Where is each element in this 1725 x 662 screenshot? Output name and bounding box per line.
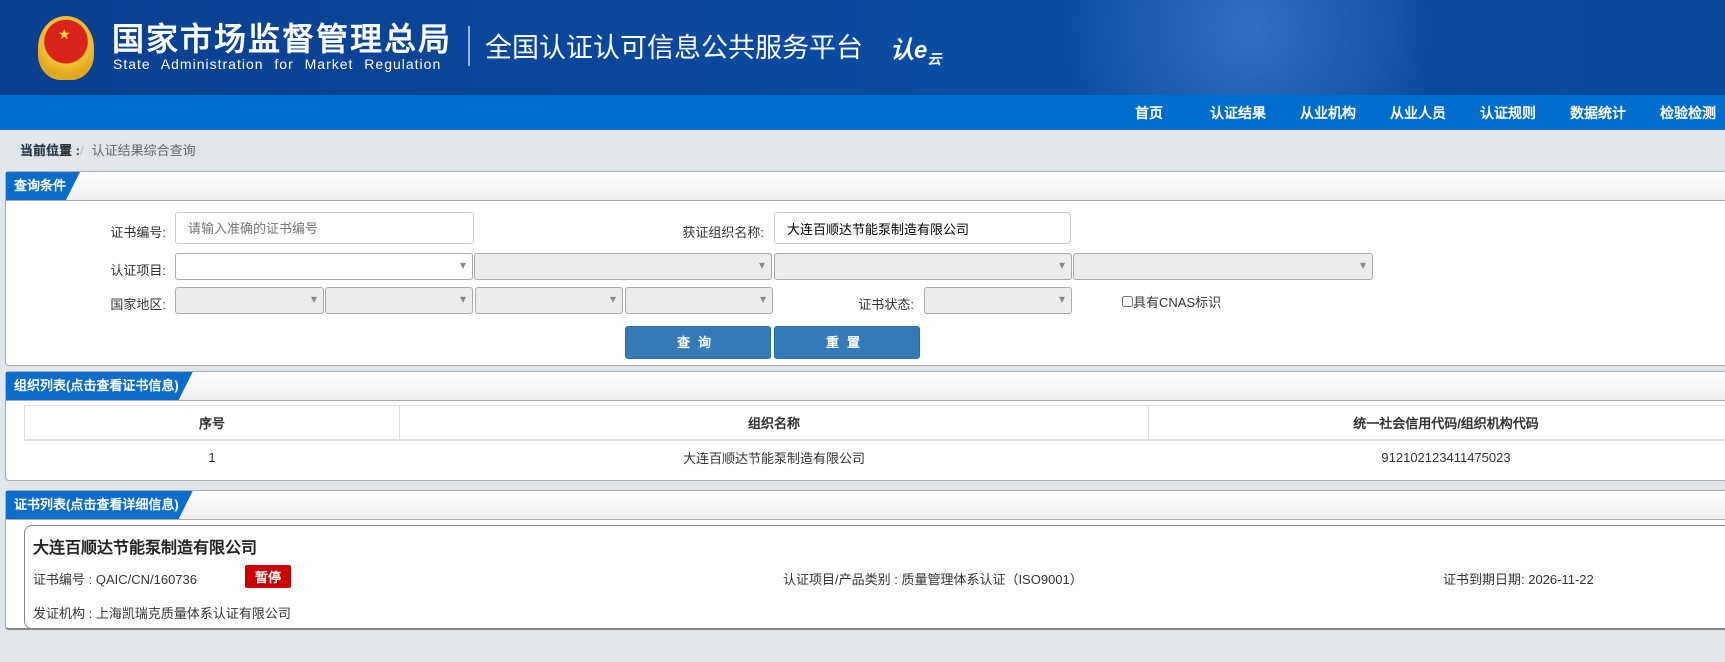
org-list-panel: 组织列表(点击查看证书信息) 序号 组织名称 统一社会信用代码/组织机构代码 1… <box>5 371 1725 481</box>
cert-card[interactable]: 大连百顺达节能泵制造有限公司 证书编号 : QAIC/CN/160736 暂停 … <box>24 525 1725 629</box>
project-select-2[interactable] <box>474 253 772 280</box>
col-org-name: 组织名称 <box>399 405 1149 441</box>
nav-institutions[interactable]: 从业机构 <box>1300 103 1356 123</box>
panel-header: 证书列表(点击查看详细信息) <box>6 491 1725 520</box>
cert-issuer: 发证机构 : 上海凯瑞克质量体系认证有限公司 <box>33 606 291 621</box>
project-label: 认证项目: <box>110 263 166 278</box>
search-button[interactable]: 查询 <box>625 326 771 359</box>
region-select-2[interactable] <box>325 287 473 314</box>
cell-org-name[interactable]: 大连百顺达节能泵制造有限公司 <box>400 440 1149 474</box>
panel-title: 查询条件 <box>6 172 80 200</box>
status-badge: 暂停 <box>245 565 292 588</box>
panel-header: 组织列表(点击查看证书信息) <box>6 372 1725 401</box>
platform-title: 全国认证认可信息公共服务平台 <box>485 33 863 63</box>
nav-inspection[interactable]: 检验检测 <box>1660 103 1716 123</box>
org-table: 序号 组织名称 统一社会信用代码/组织机构代码 1 大连百顺达节能泵制造有限公司… <box>24 405 1725 474</box>
project-select-4[interactable] <box>1073 253 1373 280</box>
col-index: 序号 <box>24 405 400 441</box>
platform-logo: 认e云 <box>890 37 942 67</box>
cnas-checkbox[interactable] <box>1122 296 1133 307</box>
breadcrumb-separator: / <box>80 143 84 158</box>
breadcrumb-label: 当前位置 : <box>20 143 80 158</box>
reset-button[interactable]: 重置 <box>774 326 920 359</box>
region-select-1[interactable] <box>175 287 324 314</box>
nav-statistics[interactable]: 数据统计 <box>1570 103 1626 123</box>
breadcrumb: 当前位置 : 认证结果 / 认证结果综合查询 <box>20 140 196 159</box>
cert-no-input[interactable] <box>175 212 474 244</box>
org-name-input[interactable] <box>774 212 1071 244</box>
region-select-3[interactable] <box>475 287 623 314</box>
status-select[interactable] <box>924 287 1072 314</box>
col-credit-code: 统一社会信用代码/组织机构代码 <box>1148 405 1725 441</box>
org-name-label: 获证组织名称: <box>682 225 764 240</box>
cert-list-panel: 证书列表(点击查看详细信息) 大连百顺达节能泵制造有限公司 证书编号 : QAI… <box>5 490 1725 630</box>
panel-title: 证书列表(点击查看详细信息) <box>6 491 193 519</box>
project-select-1[interactable] <box>175 253 473 280</box>
table-header-row: 序号 组织名称 统一社会信用代码/组织机构代码 <box>24 405 1725 441</box>
agency-title-en: State Administration for Market Regulati… <box>113 56 442 72</box>
national-emblem-icon: ★ <box>38 16 94 80</box>
cell-index: 1 <box>208 449 216 465</box>
header-divider <box>468 26 470 66</box>
table-row[interactable]: 1 大连百顺达节能泵制造有限公司 912102123411475023 <box>25 440 1725 474</box>
cnas-checkbox-label[interactable]: 具有CNAS标识 <box>1122 292 1221 311</box>
panel-header: 查询条件 <box>6 172 1725 201</box>
cert-project: 认证项目/产品类别 : 质量管理体系认证（ISO9001） <box>783 572 1083 587</box>
cnas-label: 具有CNAS标识 <box>1133 295 1222 310</box>
agency-title: 国家市场监督管理总局 <box>112 21 453 57</box>
panel-title: 组织列表(点击查看证书信息) <box>6 372 193 400</box>
nav-rules[interactable]: 认证规则 <box>1480 103 1536 123</box>
region-select-4[interactable] <box>625 287 773 314</box>
breadcrumb-current: 认证结果综合查询 <box>91 143 196 158</box>
cert-expiry: 证书到期日期: 2026-11-22 <box>1443 572 1594 587</box>
cert-no-label: 证书编号: <box>110 225 166 240</box>
cert-number: 证书编号 : QAIC/CN/160736 <box>33 572 197 587</box>
status-label: 证书状态: <box>858 297 914 312</box>
region-label: 国家地区: <box>110 297 166 312</box>
cell-credit-code: 912102123411475023 <box>1381 449 1511 465</box>
project-select-3[interactable] <box>774 253 1072 280</box>
site-header: ★ 国家市场监督管理总局 State Administration for Ma… <box>0 0 1725 95</box>
cert-org-name[interactable]: 大连百顺达节能泵制造有限公司 <box>33 534 257 558</box>
query-panel: 查询条件 证书编号: 获证组织名称: 认证项目: 国家地区: 证书状态: 具有C… <box>5 171 1725 366</box>
main-nav: 首页 认证结果 从业机构 从业人员 认证规则 数据统计 检验检测 <box>0 95 1725 130</box>
nav-personnel[interactable]: 从业人员 <box>1390 103 1446 123</box>
nav-home[interactable]: 首页 <box>1135 103 1163 123</box>
nav-cert-results[interactable]: 认证结果 <box>1210 103 1266 123</box>
header-decoration <box>1050 0 1550 95</box>
